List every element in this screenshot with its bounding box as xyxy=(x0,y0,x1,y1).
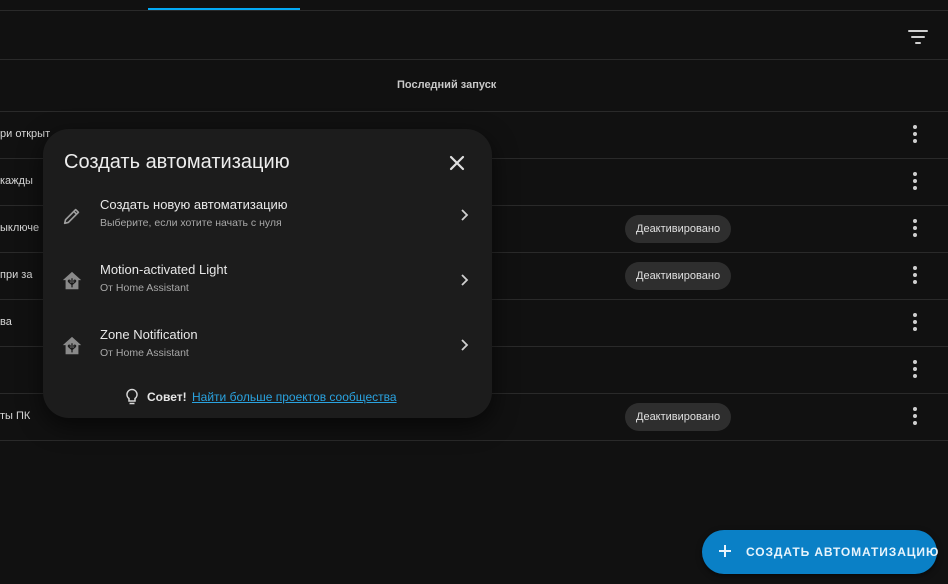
option-title: Motion-activated Light xyxy=(100,262,228,277)
create-automation-button[interactable]: СОЗДАТЬ АВТОМАТИЗАЦИЮ xyxy=(702,530,940,574)
row-name: ыключе xyxy=(0,222,40,234)
more-options-icon[interactable] xyxy=(905,311,925,335)
row-name: при за xyxy=(0,269,33,281)
option-new-automation[interactable]: Создать новую автоматизацию Выберите, ес… xyxy=(43,184,492,248)
create-automation-label: СОЗДАТЬ АВТОМАТИЗАЦИЮ xyxy=(746,545,940,559)
table-header: Последний запуск xyxy=(0,60,948,112)
more-options-icon[interactable] xyxy=(905,217,925,241)
community-blueprints-link[interactable]: Найти больше проектов сообщества xyxy=(192,390,397,404)
column-header-last-run[interactable]: Последний запуск xyxy=(397,79,496,91)
community-tip: Совет! Найти больше проектов сообщества xyxy=(43,387,492,407)
row-name: ва xyxy=(0,316,12,328)
more-options-icon[interactable] xyxy=(905,358,925,382)
row-name: ты ПК xyxy=(0,410,31,422)
status-badge: Деактивировано xyxy=(625,403,732,431)
row-name: ри открыт xyxy=(0,128,51,140)
close-icon[interactable] xyxy=(446,152,468,174)
plus-icon xyxy=(719,545,731,557)
create-automation-dialog: Создать автоматизацию Создать новую авто… xyxy=(43,129,492,418)
chevron-right-icon xyxy=(461,339,469,351)
active-tab-indicator xyxy=(148,8,300,10)
more-options-icon[interactable] xyxy=(905,264,925,288)
more-options-icon[interactable] xyxy=(905,405,925,429)
toolbar xyxy=(0,11,948,60)
status-badge: Деактивировано xyxy=(625,262,732,290)
option-zone-notification[interactable]: Zone Notification От Home Assistant xyxy=(43,314,492,378)
more-options-icon[interactable] xyxy=(905,170,925,194)
option-motion-activated-light[interactable]: Motion-activated Light От Home Assistant xyxy=(43,249,492,313)
chevron-right-icon xyxy=(461,209,469,221)
status-badge: Деактивировано xyxy=(625,215,732,243)
home-assistant-icon xyxy=(62,336,82,355)
option-subtitle: Выберите, если хотите начать с нуля xyxy=(100,217,282,229)
more-options-icon[interactable] xyxy=(905,123,925,147)
dialog-title: Создать автоматизацию xyxy=(64,151,290,173)
option-subtitle: От Home Assistant xyxy=(100,347,189,359)
option-title: Создать новую автоматизацию xyxy=(100,197,288,212)
tip-label: Совет! xyxy=(147,390,187,404)
home-assistant-icon xyxy=(62,271,82,290)
option-title: Zone Notification xyxy=(100,327,198,342)
row-name: кажды xyxy=(0,175,33,187)
top-tabs-bar xyxy=(0,0,948,11)
lightbulb-icon xyxy=(126,388,138,405)
chevron-right-icon xyxy=(461,274,469,286)
filter-icon[interactable] xyxy=(906,25,930,49)
pencil-icon xyxy=(63,208,80,225)
option-subtitle: От Home Assistant xyxy=(100,282,189,294)
